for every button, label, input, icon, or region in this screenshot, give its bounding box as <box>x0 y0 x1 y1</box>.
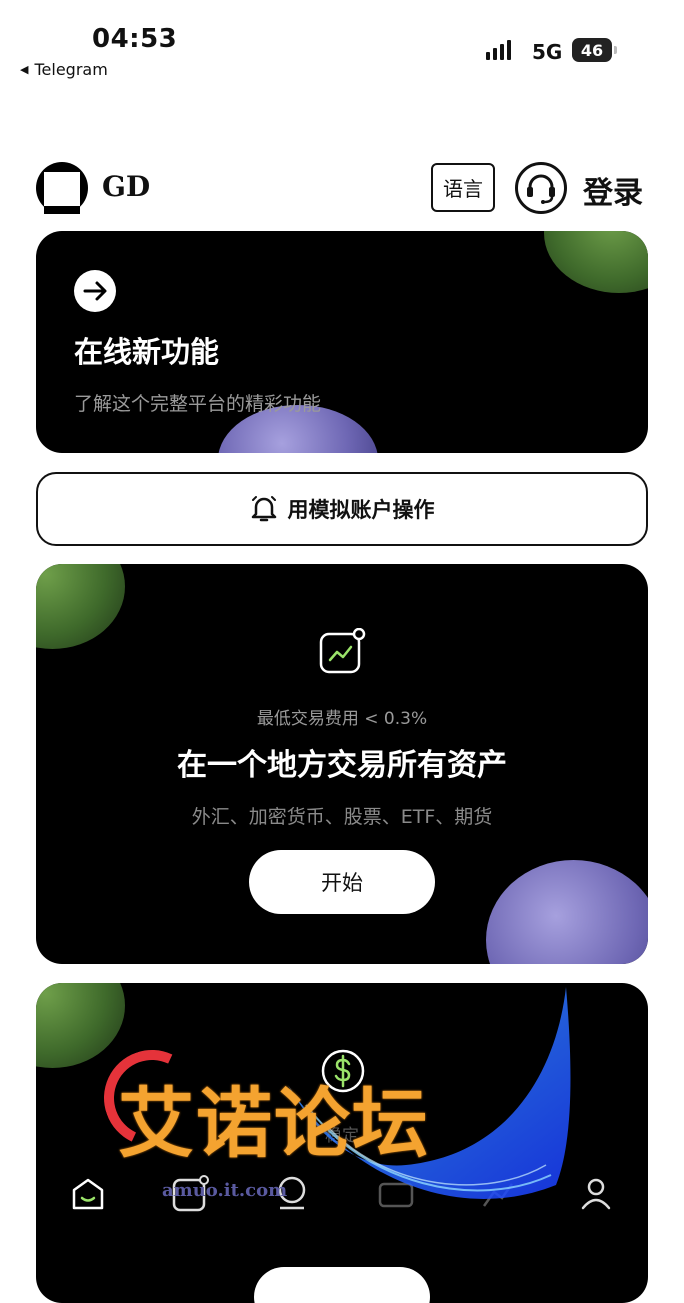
status-time: 04:53 <box>92 24 178 54</box>
demo-account-button[interactable]: 用模拟账户操作 <box>36 472 648 546</box>
trade-assets-card: 最低交易费用 < 0.3% 在一个地方交易所有资产 外汇、加密货币、股票、ETF… <box>36 564 648 964</box>
battery-tip <box>614 46 617 54</box>
demo-account-label: 用模拟账户操作 <box>287 498 435 522</box>
trade-card-title: 在一个地方交易所有资产 <box>177 748 507 783</box>
green-orb-decoration <box>36 983 125 1068</box>
start-button[interactable]: 开始 <box>249 850 435 914</box>
brand-logo-base <box>44 206 80 214</box>
min-fee-text: 最低交易费用 < 0.3% <box>256 709 428 729</box>
home-icon[interactable] <box>66 1172 110 1216</box>
watermark-url: amuo.it.com <box>162 1180 288 1201</box>
purple-orb-decoration <box>486 860 648 964</box>
green-orb-decoration <box>544 231 648 293</box>
brand-logo-inner <box>44 172 80 206</box>
back-to-app-link[interactable]: ◀ Telegram <box>20 60 108 79</box>
login-button[interactable]: 登录 <box>583 168 643 212</box>
arrow-right-icon[interactable] <box>74 270 116 312</box>
brand-name: GD <box>102 170 151 203</box>
watermark-text: 艾诺论坛 <box>118 1079 430 1168</box>
feature-card-subtitle: 了解这个完整平台的精彩功能 <box>74 393 322 415</box>
back-app-label: Telegram <box>34 60 108 79</box>
battery-indicator: 46 <box>572 38 612 62</box>
language-button[interactable]: 语言 <box>431 163 495 212</box>
stable-card-button[interactable] <box>254 1267 430 1303</box>
feature-card-title: 在线新功能 <box>74 335 220 369</box>
back-triangle-icon: ◀ <box>20 63 29 76</box>
green-orb-decoration <box>36 564 125 649</box>
bell-icon <box>251 496 276 522</box>
signal-icon <box>486 40 511 60</box>
new-features-card[interactable]: 在线新功能 了解这个完整平台的精彩功能 <box>36 231 648 453</box>
trend-chart-icon <box>319 627 366 674</box>
support-headset-icon[interactable] <box>515 162 567 214</box>
network-type: 5G <box>532 40 563 64</box>
asset-types-text: 外汇、加密货币、股票、ETF、期货 <box>191 806 493 828</box>
